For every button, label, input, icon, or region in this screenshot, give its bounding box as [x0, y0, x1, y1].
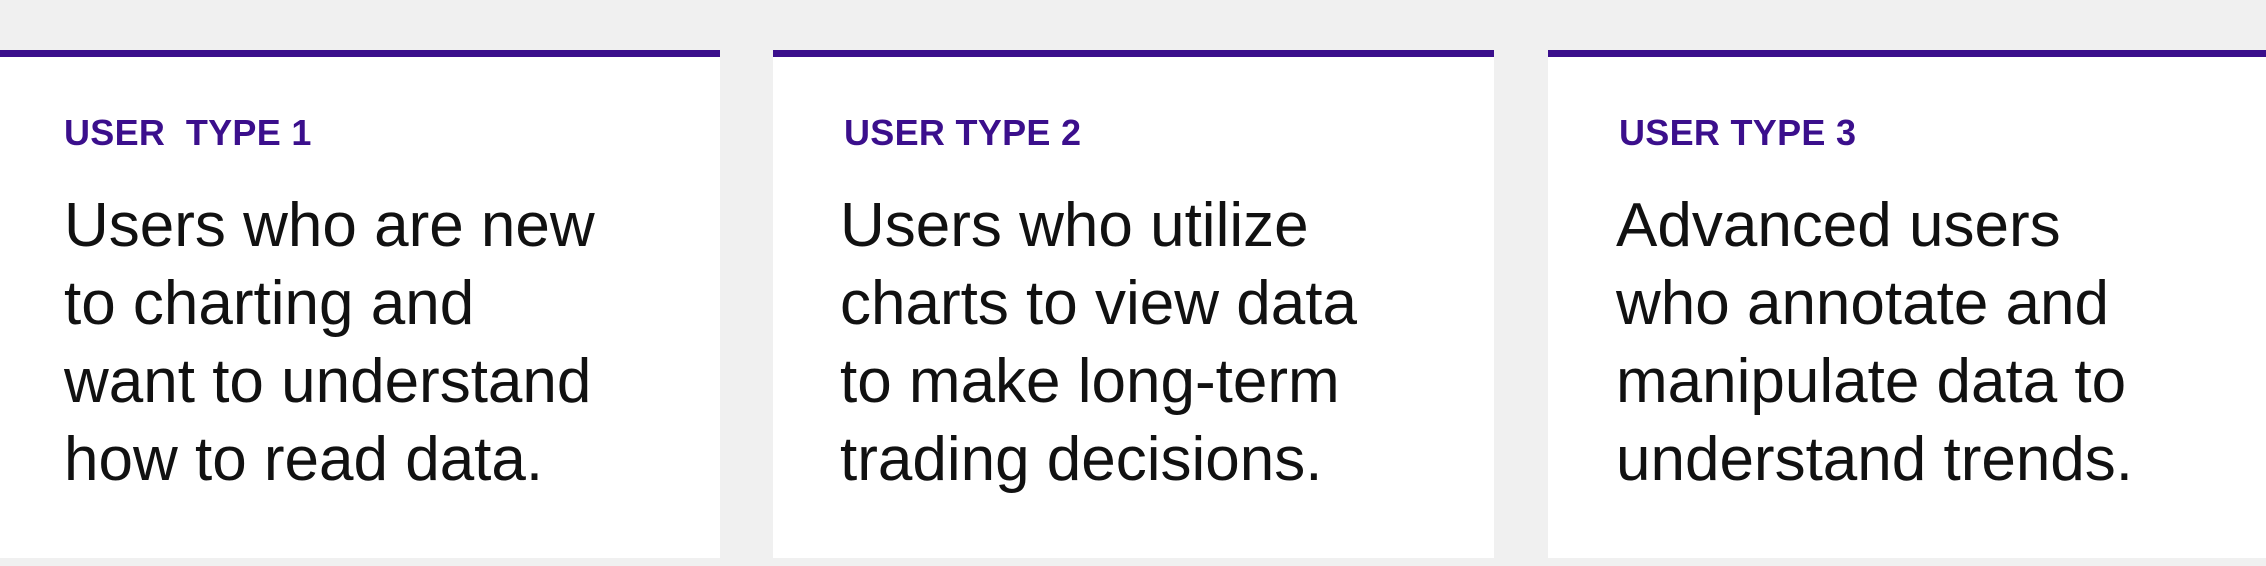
description-line: who annotate and [1616, 269, 2109, 338]
description-line: charts to view data [840, 269, 1357, 338]
user-type-label: USER TYPE 2 [844, 112, 1082, 153]
description-line: Users who are new [64, 191, 595, 260]
user-type-label: USER TYPE 3 [1619, 112, 1857, 153]
user-type-description: Users who utilize charts to view data to… [840, 187, 1460, 499]
description-line: understand trends. [1616, 425, 2134, 494]
description-line: to charting and [64, 269, 475, 338]
description-line: Advanced users [1616, 191, 2061, 260]
description-line: to make long-term [840, 347, 1340, 416]
user-type-card-2: USER TYPE 2 Users who utilize charts to … [773, 50, 1494, 558]
user-type-description: Users who are new to charting and want t… [64, 187, 684, 499]
user-types-section: USER TYPE 1 Users who are new to chartin… [0, 0, 2266, 566]
user-type-card-3: USER TYPE 3 Advanced users who annotate … [1548, 50, 2266, 558]
user-type-label: USER TYPE 1 [64, 112, 312, 153]
description-line: trading decisions. [840, 425, 1323, 494]
user-type-card-1: USER TYPE 1 Users who are new to chartin… [0, 50, 720, 558]
description-line: how to read data. [64, 425, 544, 494]
description-line: want to understand [64, 347, 592, 416]
description-line: manipulate data to [1616, 347, 2127, 416]
user-type-description: Advanced users who annotate and manipula… [1616, 187, 2236, 499]
description-line: Users who utilize [840, 191, 1309, 260]
